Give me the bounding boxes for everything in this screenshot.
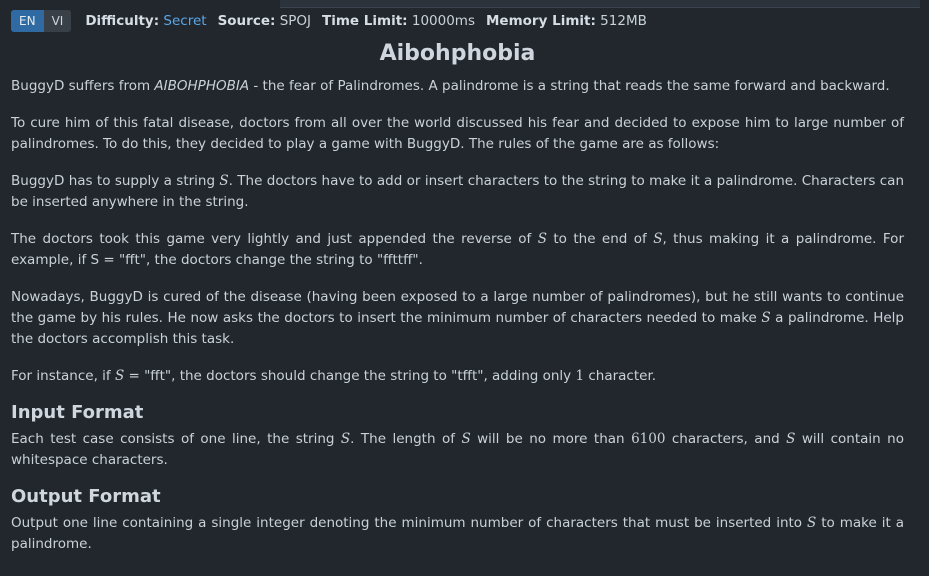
memory-limit-meta: Memory Limit: 512MB <box>486 13 647 29</box>
statement-paragraph-5: Nowadays, BuggyD is cured of the disease… <box>11 289 904 347</box>
difficulty-meta: Difficulty: Secret <box>85 13 206 29</box>
statement-paragraph-6: For instance, if S = "fft", the doctors … <box>11 368 657 384</box>
time-limit-value: 10000ms <box>411 13 475 29</box>
input-format-text: Each test case consists of one line, the… <box>11 431 904 468</box>
lang-tab-en[interactable]: EN <box>11 10 44 32</box>
time-limit-label: Time Limit: <box>322 13 408 29</box>
memory-limit-value: 512MB <box>600 13 647 29</box>
top-toolbar-strip <box>280 0 920 8</box>
statement-paragraph-2: To cure him of this fatal disease, docto… <box>11 115 904 152</box>
problem-title: Aibohphobia <box>379 41 536 66</box>
source-label: Source: <box>217 13 276 29</box>
statement-paragraph-1: BuggyD suffers from AIBOHPHOBIA - the fe… <box>11 78 890 94</box>
memory-limit-label: Memory Limit: <box>486 13 596 29</box>
input-format-heading: Input Format <box>11 402 144 423</box>
lang-tab-vi[interactable]: VI <box>43 10 72 32</box>
problem-meta-bar: EN VI Difficulty: Secret Source: SPOJ Ti… <box>11 8 904 34</box>
language-toggle: EN VI <box>11 10 72 32</box>
source-value: SPOJ <box>279 13 312 29</box>
output-format-heading: Output Format <box>11 486 161 507</box>
statement-paragraph-3: BuggyD has to supply a string S. The doc… <box>11 173 905 210</box>
source-meta: Source: SPOJ <box>218 13 311 29</box>
time-limit-meta: Time Limit: 10000ms <box>322 13 475 29</box>
problem-page: EN VI Difficulty: Secret Source: SPOJ Ti… <box>11 8 904 555</box>
statement-paragraph-4: The doctors took this game very lightly … <box>11 231 904 268</box>
difficulty-value-link[interactable]: Secret <box>163 13 206 29</box>
difficulty-label: Difficulty: <box>85 13 160 29</box>
output-format-text: Output one line containing a single inte… <box>11 515 904 552</box>
